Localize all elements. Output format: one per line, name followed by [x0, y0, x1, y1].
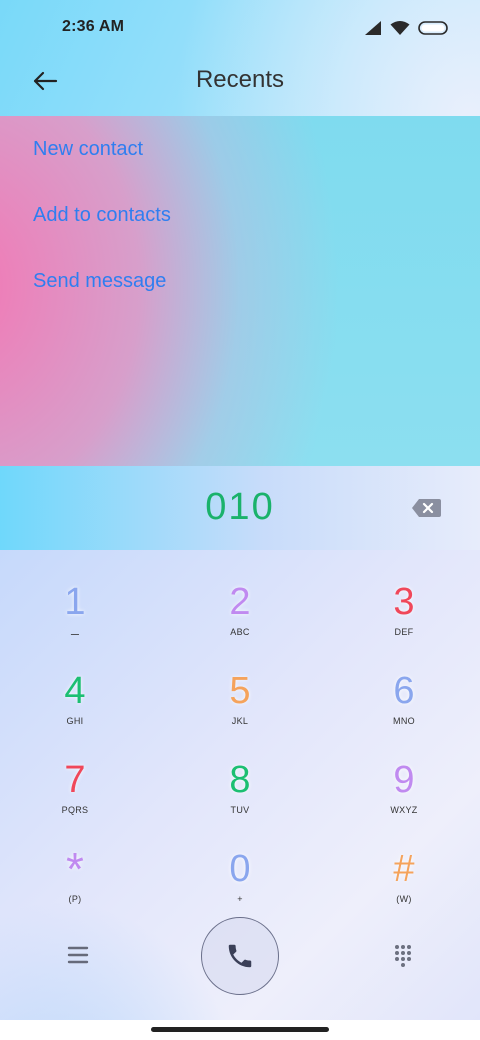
key-letters: DEF: [394, 627, 414, 637]
number-actions-panel: New contact Add to contacts Send message: [0, 116, 480, 466]
new-contact-option[interactable]: New contact: [33, 138, 143, 161]
key-5[interactable]: 5 JKL: [180, 669, 300, 755]
key-3[interactable]: 3 DEF: [344, 580, 464, 666]
add-to-contacts-option[interactable]: Add to contacts: [33, 204, 171, 227]
key-letters: ABC: [230, 627, 250, 637]
dialer-menu-button[interactable]: [62, 942, 94, 968]
key-1[interactable]: 1 ـــ: [15, 580, 135, 666]
key-hash[interactable]: # (W): [344, 847, 464, 933]
phone-icon: [228, 944, 252, 968]
status-bar: 2:36 AM: [0, 0, 480, 56]
key-digit: 4: [64, 670, 86, 712]
call-button[interactable]: [201, 917, 279, 995]
key-letters: MNO: [393, 716, 415, 726]
dialpad-toggle-button[interactable]: [390, 942, 416, 968]
dialer-screen: 2:36 AM Recents New contact Add to conta…: [0, 0, 480, 1040]
key-8[interactable]: 8 TUV: [180, 758, 300, 844]
key-digit: 5: [229, 670, 251, 712]
backspace-button[interactable]: [410, 494, 444, 522]
key-letters: TUV: [230, 805, 250, 815]
dialed-number: 010: [205, 486, 275, 528]
key-4[interactable]: 4 GHI: [15, 669, 135, 755]
key-7[interactable]: 7 PQRS: [15, 758, 135, 844]
key-letters: +: [237, 894, 243, 904]
key-9[interactable]: 9 WXYZ: [344, 758, 464, 844]
key-digit: 0: [229, 848, 251, 890]
home-indicator[interactable]: [151, 1027, 329, 1032]
status-icons: [364, 18, 450, 38]
key-letters: (P): [68, 894, 82, 904]
cellular-signal-icon: [365, 21, 381, 35]
key-digit: 2: [229, 581, 251, 623]
key-letters: JKL: [231, 716, 249, 726]
key-letters: (W): [396, 894, 412, 904]
key-digit: 6: [393, 670, 415, 712]
key-digit: 8: [229, 759, 251, 801]
key-digit: 3: [393, 581, 415, 623]
key-star[interactable]: * (P): [15, 843, 135, 933]
key-digit: #: [393, 848, 415, 890]
key-digit: 9: [393, 759, 415, 801]
key-digit: 1: [64, 581, 86, 623]
battery-icon: [418, 21, 448, 35]
key-2[interactable]: 2 ABC: [180, 580, 300, 666]
hamburger-menu-icon: [67, 946, 89, 964]
page-title: Recents: [195, 66, 285, 93]
key-digit: *: [66, 843, 84, 895]
status-time: 2:36 AM: [62, 18, 125, 35]
key-letters: PQRS: [61, 805, 89, 815]
key-digit: 7: [64, 759, 86, 801]
backspace-icon: [412, 499, 441, 517]
key-letters: ـــ: [71, 627, 79, 637]
key-6[interactable]: 6 MNO: [344, 669, 464, 755]
key-letters: GHI: [66, 716, 84, 726]
send-message-option[interactable]: Send message: [33, 270, 166, 293]
wifi-icon: [390, 21, 410, 35]
key-letters: WXYZ: [390, 805, 418, 815]
dialpad-grid-icon: [395, 945, 411, 967]
